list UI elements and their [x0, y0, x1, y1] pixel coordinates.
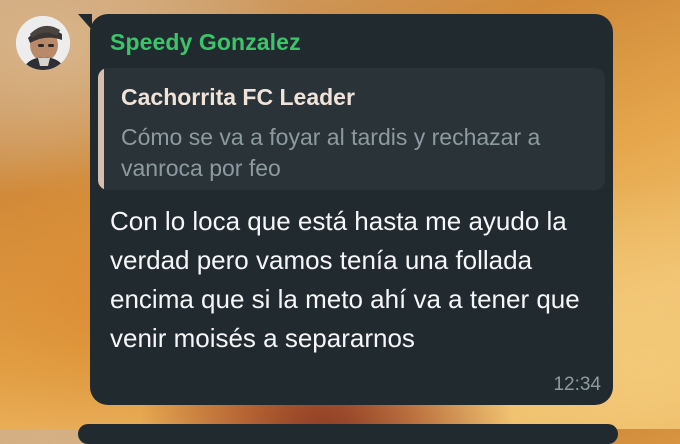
message-text: Con lo loca que está hasta me ayudo la v… — [110, 206, 580, 353]
reply-quote[interactable]: Cachorrita FC Leader Cómo se va a foyar … — [98, 68, 605, 190]
quote-accent-bar — [98, 68, 104, 190]
quote-text: Cómo se va a foyar al tardis y rechazar … — [121, 124, 541, 181]
next-message-bubble[interactable] — [78, 424, 618, 444]
message-timestamp: 12:34 — [553, 374, 601, 395]
quote-author: Cachorrita FC Leader — [121, 84, 355, 110]
message-bubble[interactable]: Speedy Gonzalez Cachorrita FC Leader Cóm… — [90, 14, 613, 405]
sender-avatar[interactable] — [16, 16, 70, 70]
sender-name[interactable]: Speedy Gonzalez — [110, 29, 301, 56]
person-avatar-icon — [16, 16, 70, 70]
